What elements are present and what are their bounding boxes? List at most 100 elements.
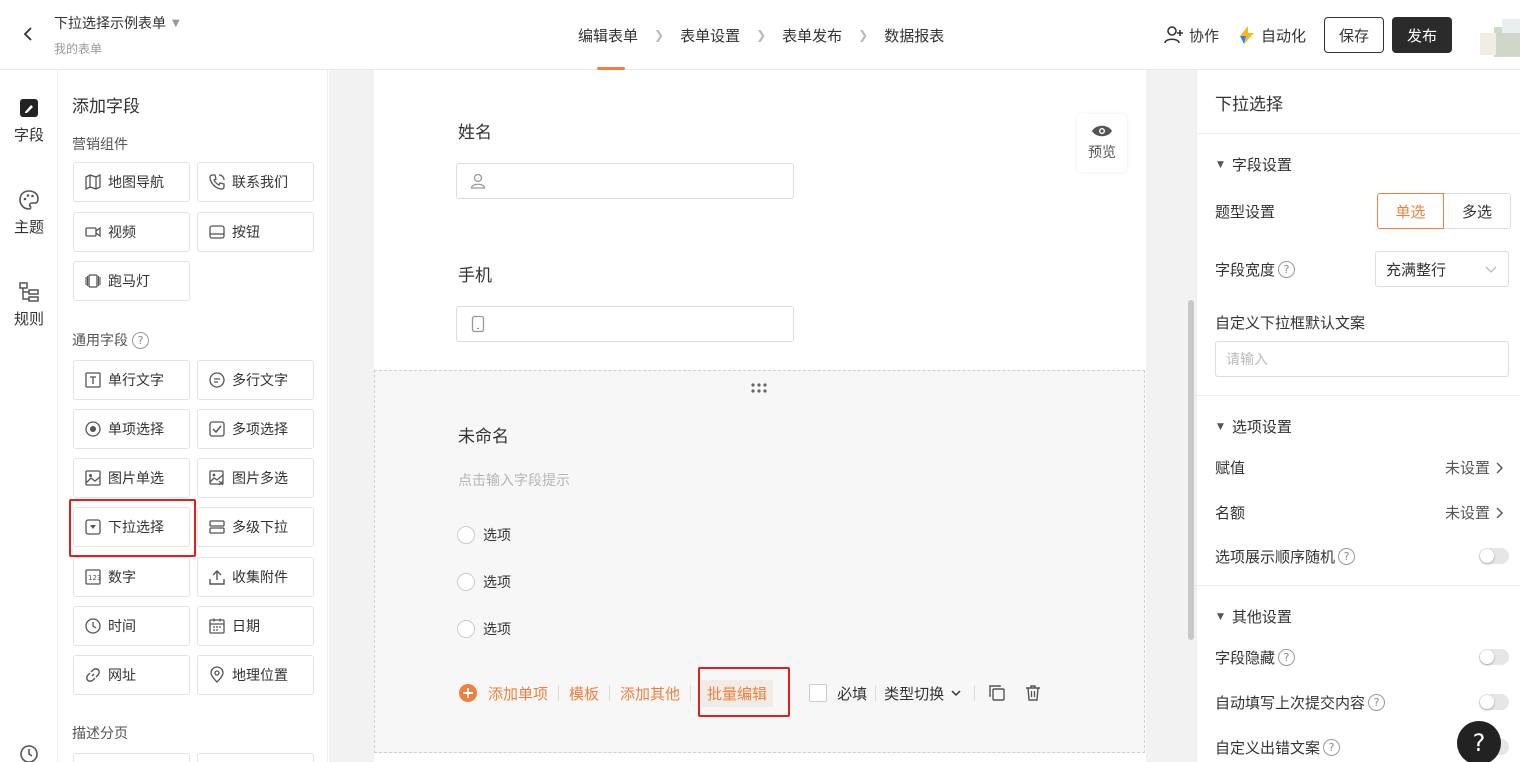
step-data-report[interactable]: 数据报表 [884, 0, 944, 70]
video-icon [85, 226, 101, 238]
phone-input[interactable] [456, 306, 794, 342]
field-dropdown[interactable]: 下拉选择 [73, 507, 190, 547]
chevron-down-icon [1485, 266, 1497, 273]
trash-icon[interactable] [1023, 683, 1043, 703]
width-select[interactable]: 充满整行 [1375, 251, 1509, 287]
back-button[interactable] [14, 20, 42, 48]
custom-default-label: 自定义下拉框默认文案 [1215, 314, 1366, 332]
drag-handle-icon[interactable] [750, 382, 768, 394]
top-actions: 协作 自动化 保存 发布 [1163, 0, 1520, 70]
field-date[interactable]: 日期 [197, 606, 314, 646]
chevron-right-icon: ❯ [858, 28, 869, 42]
triangle-down-icon: ▼ [1217, 611, 1224, 622]
required-checkbox[interactable]: 必填 [809, 683, 867, 704]
help-icon[interactable]: ? [1278, 649, 1296, 666]
chevron-down-icon [951, 690, 961, 697]
random-order-toggle[interactable] [1479, 548, 1509, 564]
section-field-settings[interactable]: ▼ 字段设置 [1217, 154, 1292, 175]
name-input[interactable] [456, 163, 794, 199]
help-icon[interactable]: ? [1368, 694, 1386, 711]
help-icon[interactable]: ? [1323, 739, 1341, 756]
radio-icon [85, 421, 101, 437]
properties-panel: 下拉选择 ▼ 字段设置 题型设置 单选 多选 字段宽度 ? 充满整行 自定义下拉… [1196, 70, 1520, 762]
template-button[interactable]: 模板 [569, 683, 599, 704]
field-number[interactable]: 123 数字 [73, 557, 190, 597]
name-field-label: 姓名 [458, 123, 492, 143]
section-other-settings[interactable]: ▼ 其他设置 [1217, 606, 1292, 627]
multi-option-button[interactable]: 多选 [1444, 193, 1511, 229]
step-form-publish[interactable]: 表单发布 [782, 0, 842, 70]
assign-setting[interactable]: 未设置 [1445, 457, 1504, 478]
field-single-choice[interactable]: 单项选择 [73, 409, 190, 449]
dropdown-field-label[interactable]: 未命名 [458, 422, 509, 447]
phone-call-icon [209, 174, 225, 190]
clock-icon [85, 618, 101, 634]
type-label: 题型设置 [1215, 203, 1276, 221]
option-row[interactable]: 选项 [457, 525, 511, 545]
calendar-icon [209, 618, 225, 634]
copy-icon[interactable] [987, 683, 1007, 703]
rail-item-history[interactable] [0, 742, 58, 762]
form-title[interactable]: 下拉选择示例表单 ▼ [54, 13, 180, 33]
autofill-toggle[interactable] [1479, 694, 1509, 710]
quota-setting[interactable]: 未设置 [1445, 502, 1504, 523]
field-single-line[interactable]: 单行文字 [73, 360, 190, 400]
rail-item-theme[interactable]: 主题 [0, 188, 58, 237]
help-icon[interactable]: ? [1338, 548, 1356, 565]
svg-text:123: 123 [88, 574, 101, 582]
rules-tree-icon [19, 282, 39, 302]
left-rail: 字段 主题 规则 [0, 70, 58, 762]
field-multi-line[interactable]: 多行文字 [197, 360, 314, 400]
field-url[interactable]: 网址 [73, 655, 190, 695]
radio-circle [457, 526, 475, 544]
rail-item-fields[interactable]: 字段 [0, 96, 58, 145]
single-option-button[interactable]: 单选 [1377, 193, 1444, 229]
option-row[interactable]: 选项 [457, 619, 511, 639]
help-icon[interactable]: ? [132, 331, 149, 349]
field-hint-input[interactable]: 点击输入字段提示 [458, 470, 570, 490]
field-desc-2[interactable] [197, 753, 314, 762]
help-button[interactable]: ? [1457, 721, 1501, 762]
field-toolbar: 添加单项 模板 添加其他 批量编辑 必填 类型切换 [458, 679, 1043, 707]
avatar[interactable] [1480, 13, 1520, 57]
field-video[interactable]: 视频 [73, 212, 190, 252]
hide-field-toggle[interactable] [1479, 649, 1509, 665]
eye-icon [1092, 125, 1112, 137]
field-cascade-dropdown[interactable]: 多级下拉 [197, 507, 314, 547]
field-image-multi[interactable]: 图片多选 [197, 458, 314, 498]
field-image-single[interactable]: 图片单选 [73, 458, 190, 498]
field-time[interactable]: 时间 [73, 606, 190, 646]
field-map-nav[interactable]: 地图导航 [73, 162, 190, 202]
publish-button[interactable]: 发布 [1392, 17, 1452, 53]
field-contact-us[interactable]: 联系我们 [197, 162, 314, 202]
save-button[interactable]: 保存 [1324, 17, 1384, 53]
bulk-edit-button[interactable]: 批量编辑 [701, 679, 774, 707]
field-location[interactable]: 地理位置 [197, 655, 314, 695]
cascade-icon [209, 520, 225, 534]
type-switch-dropdown[interactable]: 类型切换 [884, 683, 962, 704]
radio-circle [457, 573, 475, 591]
field-multi-choice[interactable]: 多项选择 [197, 409, 314, 449]
triangle-down-icon: ▼ [1217, 421, 1224, 432]
step-form-settings[interactable]: 表单设置 [680, 0, 740, 70]
preview-button[interactable]: 预览 [1077, 114, 1127, 172]
section-option-settings[interactable]: ▼ 选项设置 [1217, 416, 1292, 437]
field-desc-1[interactable] [73, 753, 190, 762]
field-button[interactable]: 按钮 [197, 212, 314, 252]
automation-button[interactable]: 自动化 [1237, 25, 1306, 46]
custom-default-input[interactable]: 请输入 [1215, 341, 1509, 377]
add-other-button[interactable]: 添加其他 [620, 683, 680, 704]
canvas-scrollbar[interactable] [1188, 300, 1194, 640]
checkbox-icon [209, 421, 225, 437]
history-icon [20, 745, 38, 762]
help-icon[interactable]: ? [1278, 261, 1296, 278]
add-option-button[interactable]: 添加单项 [458, 683, 548, 704]
number-icon: 123 [85, 569, 101, 585]
step-edit-form[interactable]: 编辑表单 [578, 0, 638, 70]
map-icon [85, 173, 101, 191]
field-upload[interactable]: 收集附件 [197, 557, 314, 597]
rail-item-rules[interactable]: 规则 [0, 280, 58, 329]
option-row[interactable]: 选项 [457, 572, 511, 592]
field-marquee[interactable]: 跑马灯 [73, 261, 190, 301]
collab-button[interactable]: 协作 [1163, 24, 1219, 46]
